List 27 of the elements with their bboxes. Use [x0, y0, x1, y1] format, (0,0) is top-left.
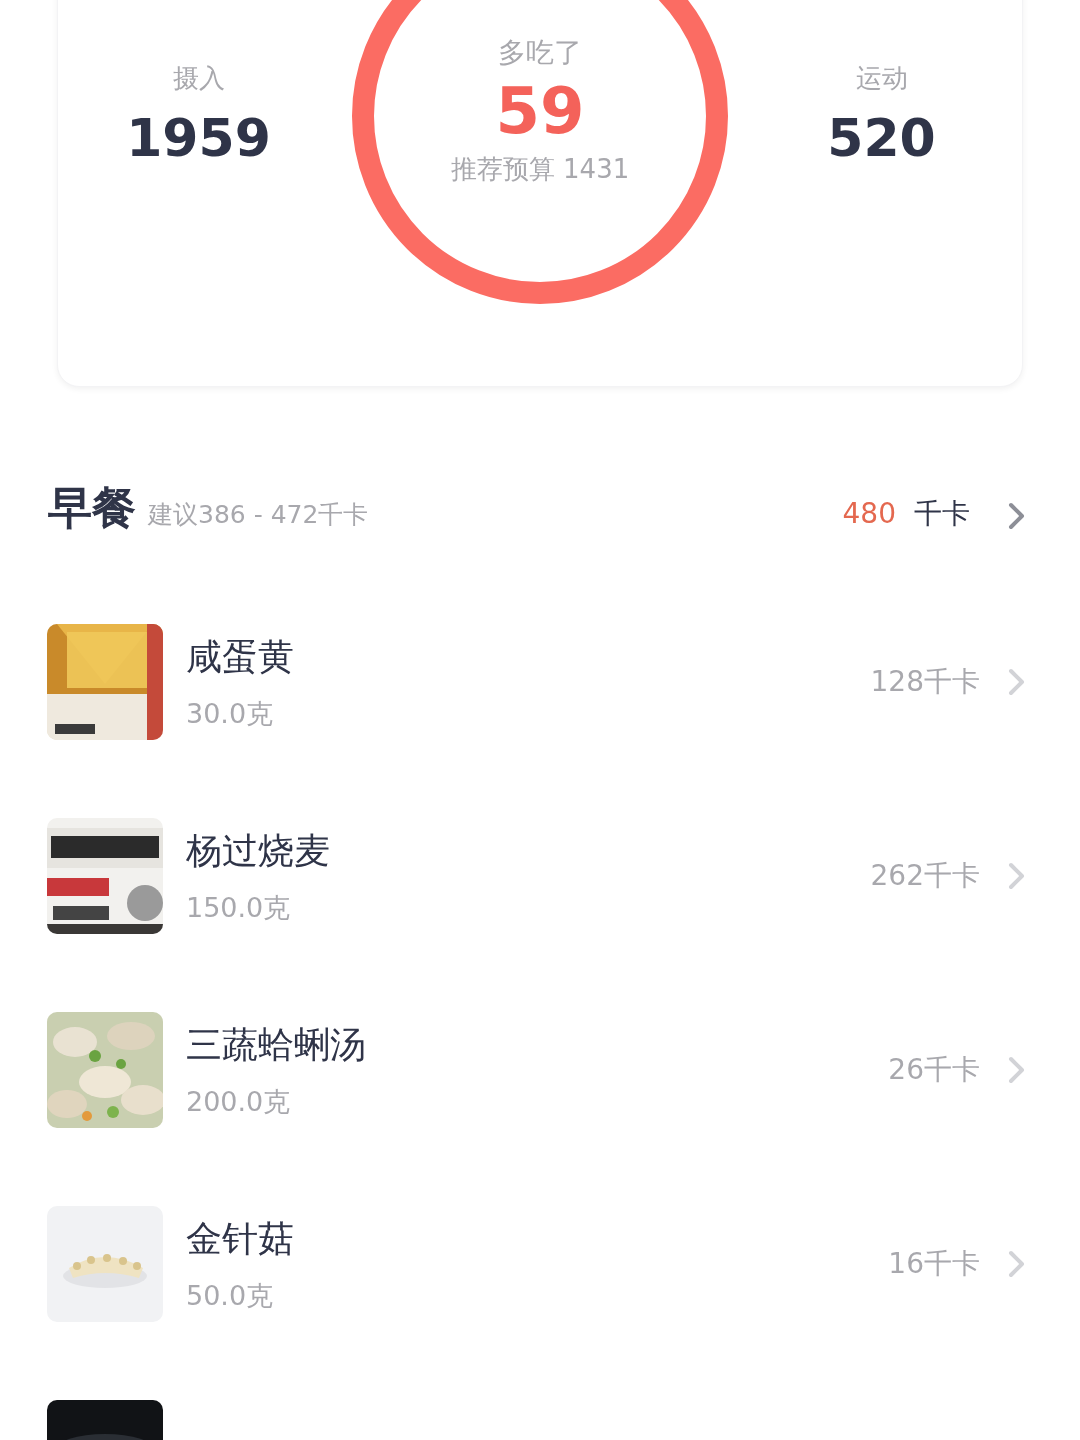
calorie-unit: 千卡: [914, 496, 970, 532]
food-name: 三蔬蛤蜊汤: [186, 1022, 367, 1067]
meal-title: 早餐: [48, 481, 136, 535]
food-calories: 26千卡: [888, 1052, 980, 1088]
intake-value: 1959: [126, 108, 271, 168]
food-row[interactable]: 杨过烧麦 150.0克 262千卡: [47, 818, 1026, 934]
food-calories: 128千卡: [870, 664, 980, 700]
suggestion-text: 建议386 - 472千卡: [148, 499, 369, 531]
food-calories: 262千卡: [870, 858, 980, 894]
food-name: 金针菇: [186, 1216, 295, 1261]
food-amount: 30.0克: [186, 696, 275, 731]
food-amount: 150.0克: [186, 890, 292, 925]
over-value: 59: [495, 76, 585, 147]
food-row[interactable]: 金针菇 50.0克 16千卡: [47, 1206, 1026, 1322]
exercise-label: 运动: [855, 62, 908, 95]
food-row[interactable]: 三蔬蛤蜊汤 200.0克 26千卡: [47, 1012, 1026, 1128]
exercise-value: 520: [827, 108, 936, 168]
food-calories: 16千卡: [888, 1246, 980, 1282]
over-label: 多吃了: [498, 35, 582, 71]
food-row[interactable]: 咸蛋黄 30.0克 128千卡: [47, 624, 1026, 740]
food-amount: 200.0克: [186, 1084, 292, 1119]
meal-calories: 480: [842, 497, 896, 530]
intake-label: 摄入: [172, 62, 225, 95]
food-name: 咸蛋黄: [186, 634, 295, 679]
food-name: 杨过烧麦: [186, 828, 331, 873]
budget-text: 推荐预算 1431: [450, 153, 630, 187]
food-amount: 50.0克: [186, 1278, 275, 1313]
